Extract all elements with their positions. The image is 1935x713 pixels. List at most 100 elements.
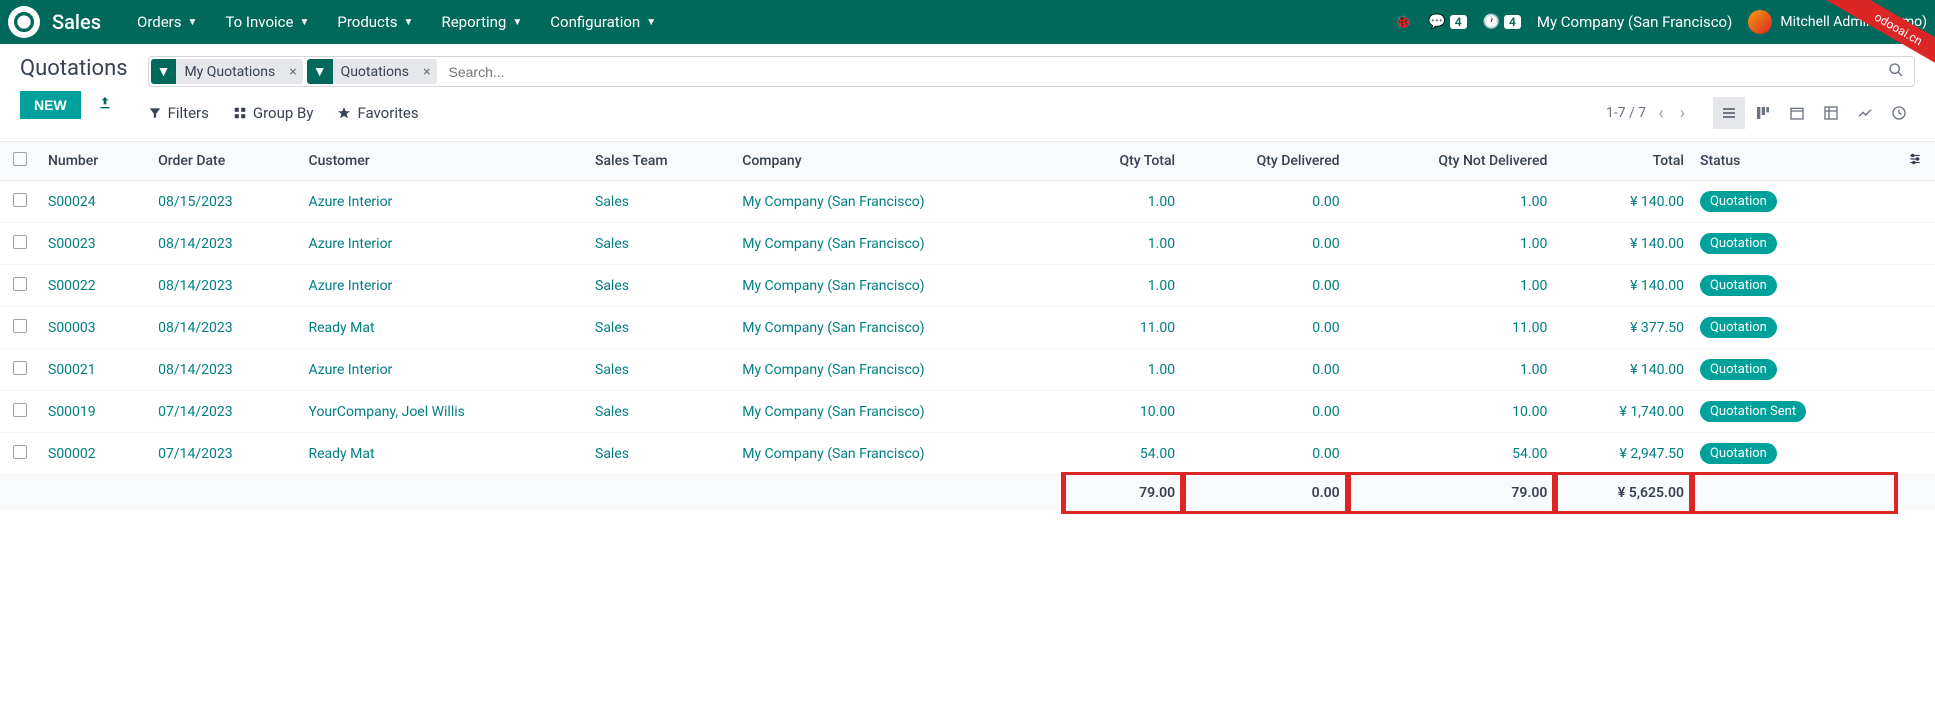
debug-icon[interactable]: 🐞 bbox=[1395, 14, 1412, 30]
cell-qty-delivered: 0.00 bbox=[1312, 278, 1339, 294]
select-all-checkbox[interactable] bbox=[13, 152, 27, 166]
nav-orders[interactable]: Orders▼ bbox=[125, 5, 209, 39]
user-name: Mitchell Admin bbox=[1780, 14, 1873, 30]
cell-company[interactable]: My Company (San Francisco) bbox=[742, 278, 924, 294]
col-options-icon[interactable] bbox=[1895, 142, 1935, 181]
messages-icon[interactable]: 💬4 bbox=[1428, 14, 1466, 30]
upload-icon[interactable] bbox=[97, 95, 113, 115]
cell-qty-not-delivered: 1.00 bbox=[1520, 362, 1547, 378]
row-checkbox[interactable] bbox=[13, 403, 27, 417]
new-button[interactable]: NEW bbox=[20, 91, 81, 119]
filters-button[interactable]: Filters bbox=[148, 104, 209, 122]
table-row[interactable]: S0001907/14/2023YourCompany, Joel Willis… bbox=[0, 391, 1935, 433]
cell-company[interactable]: My Company (San Francisco) bbox=[742, 320, 924, 336]
cell-customer[interactable]: Azure Interior bbox=[308, 362, 392, 378]
cell-customer[interactable]: Azure Interior bbox=[308, 194, 392, 210]
cell-customer[interactable]: Azure Interior bbox=[308, 236, 392, 252]
search-input[interactable] bbox=[441, 60, 1880, 84]
cell-customer[interactable]: YourCompany, Joel Willis bbox=[308, 404, 464, 420]
view-pivot-icon[interactable] bbox=[1815, 97, 1847, 129]
col-company[interactable]: Company bbox=[734, 142, 1064, 181]
col-total[interactable]: Total bbox=[1555, 142, 1692, 181]
cell-total: ¥ 140.00 bbox=[1630, 362, 1684, 378]
col-date[interactable]: Order Date bbox=[150, 142, 300, 181]
user-menu[interactable]: Mitchell Admin (demo) bbox=[1748, 10, 1927, 34]
row-checkbox[interactable] bbox=[13, 235, 27, 249]
table-row[interactable]: S00022 08/14/2023 Azure Interior Sales My Co… bbox=[0, 265, 1935, 307]
status-badge: Quotation bbox=[1700, 317, 1777, 338]
cell-customer[interactable]: Ready Mat bbox=[308, 320, 374, 336]
row-checkbox[interactable] bbox=[13, 277, 27, 291]
row-checkbox[interactable] bbox=[13, 319, 27, 333]
status-badge: Quotation bbox=[1700, 191, 1777, 212]
groupby-button[interactable]: Group By bbox=[233, 104, 314, 122]
nav-products[interactable]: Products▼ bbox=[325, 5, 425, 39]
cell-number[interactable]: S00002 bbox=[48, 446, 96, 462]
table-row[interactable]: S0002408/15/2023Azure InteriorSalesMy Co… bbox=[0, 181, 1935, 223]
pager-prev-icon[interactable]: ‹ bbox=[1654, 99, 1667, 128]
status-badge: Quotation bbox=[1700, 443, 1777, 464]
cell-number[interactable]: S00003 bbox=[48, 320, 96, 336]
col-team[interactable]: Sales Team bbox=[587, 142, 734, 181]
col-status[interactable]: Status bbox=[1692, 142, 1895, 181]
cell-number[interactable]: S00023 bbox=[48, 236, 96, 252]
view-kanban-icon[interactable] bbox=[1747, 97, 1779, 129]
table-row[interactable]: S0000308/14/2023Ready MatSalesMy Company… bbox=[0, 307, 1935, 349]
filter-chip-quotations[interactable]: ▼ Quotations × bbox=[307, 59, 437, 84]
cell-company[interactable]: My Company (San Francisco) bbox=[742, 404, 924, 420]
app-logo[interactable] bbox=[8, 6, 40, 38]
col-qty-delivered[interactable]: Qty Delivered bbox=[1183, 142, 1348, 181]
cell-team[interactable]: Sales bbox=[595, 362, 629, 378]
view-activity-icon[interactable] bbox=[1883, 97, 1915, 129]
table-row[interactable]: S0002308/14/2023Azure InteriorSalesMy Co… bbox=[0, 223, 1935, 265]
filter-chip-my-quotations[interactable]: ▼ My Quotations × bbox=[151, 59, 303, 84]
cell-company[interactable]: My Company (San Francisco) bbox=[742, 236, 924, 252]
view-list-icon[interactable] bbox=[1713, 97, 1745, 129]
pager-text[interactable]: 1-7 / 7 bbox=[1606, 105, 1646, 121]
col-customer[interactable]: Customer bbox=[300, 142, 587, 181]
chip-label: Quotations bbox=[333, 60, 417, 84]
col-number[interactable]: Number bbox=[40, 142, 150, 181]
table-row[interactable]: S0002108/14/2023Azure InteriorSalesMy Co… bbox=[0, 349, 1935, 391]
cell-company[interactable]: My Company (San Francisco) bbox=[742, 194, 924, 210]
cell-company[interactable]: My Company (San Francisco) bbox=[742, 362, 924, 378]
chip-close-icon[interactable]: × bbox=[417, 64, 436, 80]
cell-team[interactable]: Sales bbox=[595, 404, 629, 420]
nav-to-invoice[interactable]: To Invoice▼ bbox=[213, 5, 321, 39]
cell-customer[interactable]: Azure Interior bbox=[308, 278, 392, 294]
company-switcher[interactable]: My Company (San Francisco) bbox=[1537, 13, 1732, 31]
cell-team[interactable]: Sales bbox=[595, 278, 629, 294]
nav-reporting[interactable]: Reporting▼ bbox=[429, 5, 534, 39]
col-qty-total[interactable]: Qty Total bbox=[1064, 142, 1183, 181]
nav-configuration[interactable]: Configuration▼ bbox=[538, 5, 668, 39]
cell-team[interactable]: Sales bbox=[595, 236, 629, 252]
cell-date: 08/14/2023 bbox=[158, 278, 233, 294]
cell-company[interactable]: My Company (San Francisco) bbox=[742, 446, 924, 462]
cell-number[interactable]: S00019 bbox=[48, 404, 96, 420]
row-checkbox[interactable] bbox=[13, 193, 27, 207]
view-calendar-icon[interactable] bbox=[1781, 97, 1813, 129]
cell-customer[interactable]: Ready Mat bbox=[308, 446, 374, 462]
row-checkbox[interactable] bbox=[13, 361, 27, 375]
total-amount: ¥ 5,625.00 bbox=[1555, 475, 1692, 512]
search-icon[interactable] bbox=[1880, 62, 1912, 82]
cell-number[interactable]: S00021 bbox=[48, 362, 96, 378]
chip-close-icon[interactable]: × bbox=[283, 64, 302, 80]
activities-icon[interactable]: 🕐4 bbox=[1483, 14, 1521, 30]
cell-team[interactable]: Sales bbox=[595, 320, 629, 336]
cell-qty-not-delivered: 11.00 bbox=[1512, 320, 1547, 336]
cell-number[interactable]: S00024 bbox=[48, 194, 96, 210]
cell-qty-delivered: 0.00 bbox=[1312, 194, 1339, 210]
app-name[interactable]: Sales bbox=[52, 10, 101, 34]
favorites-button[interactable]: Favorites bbox=[337, 104, 418, 122]
cell-number[interactable]: S00022 bbox=[48, 278, 96, 294]
cell-total: ¥ 140.00 bbox=[1630, 278, 1684, 294]
col-qty-not-delivered[interactable]: Qty Not Delivered bbox=[1348, 142, 1556, 181]
demo-label: (demo) bbox=[1882, 14, 1927, 30]
view-graph-icon[interactable] bbox=[1849, 97, 1881, 129]
table-row[interactable]: S0000207/14/2023Ready MatSalesMy Company… bbox=[0, 433, 1935, 475]
row-checkbox[interactable] bbox=[13, 445, 27, 459]
cell-team[interactable]: Sales bbox=[595, 194, 629, 210]
cell-team[interactable]: Sales bbox=[595, 446, 629, 462]
pager-next-icon[interactable]: › bbox=[1676, 99, 1689, 128]
